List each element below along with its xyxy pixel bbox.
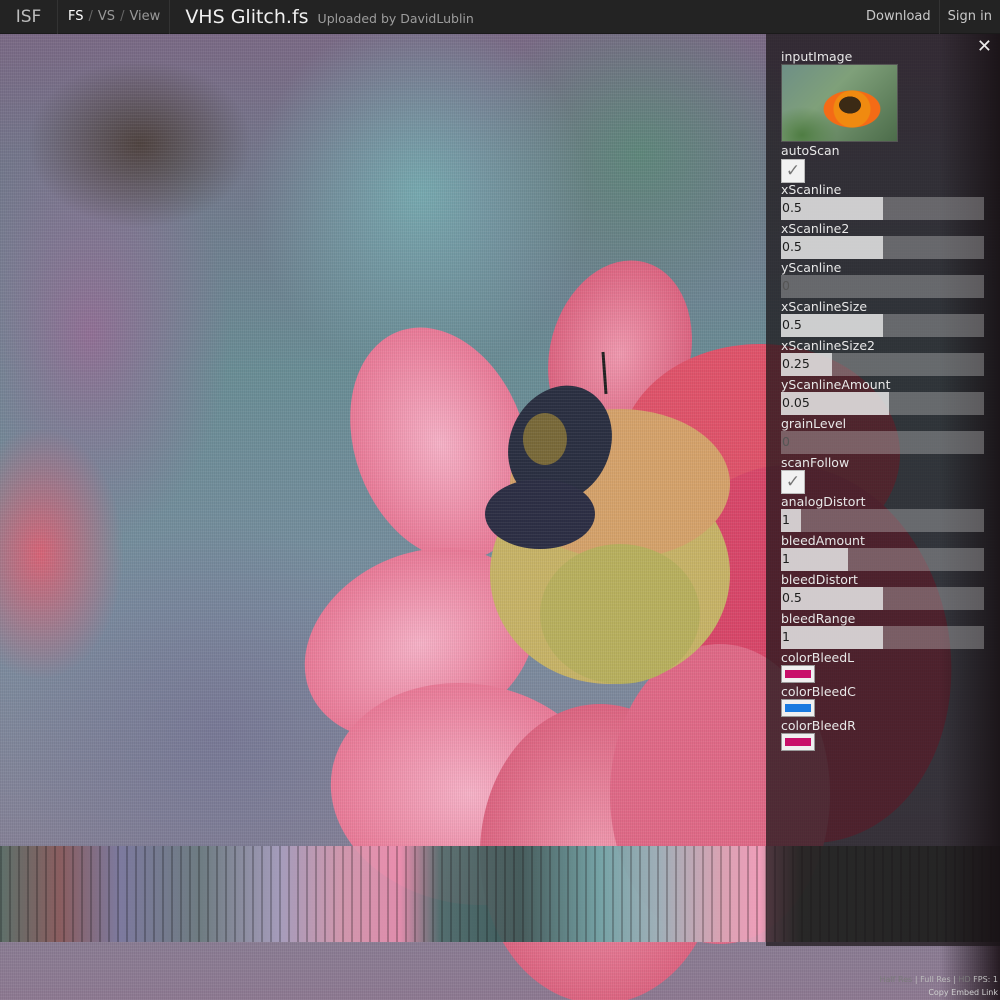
uploader-credit[interactable]: Uploaded by DavidLublin <box>318 11 474 26</box>
control-label: colorBleedR <box>781 718 856 733</box>
control-label: bleedAmount <box>781 533 865 548</box>
slider-fill <box>781 626 883 649</box>
xscanline2-slider[interactable]: 0.5 <box>781 236 984 259</box>
slider-value: 1 <box>782 512 790 527</box>
control-label: xScanline2 <box>781 221 850 236</box>
control-label: colorBleedC <box>781 684 856 699</box>
yscanlineamount-slider[interactable]: 0.05 <box>781 392 984 415</box>
sign-in-button[interactable]: Sign in <box>940 0 1000 34</box>
bleedrange-slider[interactable]: 1 <box>781 626 984 649</box>
bleedamount-slider[interactable]: 1 <box>781 548 984 571</box>
control-label: yScanline <box>781 260 842 275</box>
mode-vs[interactable]: VS <box>98 9 115 24</box>
copy-embed-link[interactable]: Copy Embed Link <box>928 988 998 997</box>
slider-value: 0.5 <box>782 590 802 605</box>
slider-value: 0.25 <box>782 356 810 371</box>
mode-view[interactable]: View <box>129 9 160 24</box>
isf-logo[interactable]: ISF <box>0 0 58 34</box>
res-separator: | <box>914 975 918 984</box>
xscanlinesize-slider[interactable]: 0.5 <box>781 314 984 337</box>
slider-value: 0.5 <box>782 200 802 215</box>
check-icon: ✓ <box>785 471 801 492</box>
grainlevel-slider[interactable]: 0 <box>781 431 984 454</box>
control-label: xScanlineSize2 <box>781 338 875 353</box>
scanfollow-checkbox[interactable]: ✓ <box>781 470 805 494</box>
input-image-thumbnail[interactable] <box>781 64 898 142</box>
top-bar: ISF FS / VS / View VHS Glitch.fs Uploade… <box>0 0 1000 34</box>
control-label: scanFollow <box>781 455 850 470</box>
render-stats: Half Res | Full Res | HD FPS: 1 <box>880 975 998 984</box>
shader-title: VHS Glitch.fs <box>185 5 309 28</box>
colorbleedc-picker[interactable] <box>781 699 815 717</box>
check-icon: ✓ <box>785 160 801 181</box>
xscanlinesize2-slider[interactable]: 0.25 <box>781 353 984 376</box>
yscanline-slider[interactable]: 0 <box>781 275 984 298</box>
colorbleedl-picker[interactable] <box>781 665 815 683</box>
analogdistort-slider[interactable]: 1 <box>781 509 984 532</box>
slider-value: 0 <box>782 278 790 293</box>
slider-fill <box>781 548 848 571</box>
res-separator: | <box>953 975 956 984</box>
slider-value: 0.5 <box>782 317 802 332</box>
control-label: bleedRange <box>781 611 856 626</box>
close-icon[interactable]: ✕ <box>977 38 992 56</box>
color-swatch-fill <box>785 704 811 712</box>
mode-nav: FS / VS / View <box>58 0 171 34</box>
input-image-label: inputImage <box>781 49 853 64</box>
control-label: colorBleedL <box>781 650 855 665</box>
control-label: xScanline <box>781 182 842 197</box>
mode-fs[interactable]: FS <box>68 9 84 24</box>
mode-separator: / <box>120 9 125 24</box>
slider-value: 1 <box>782 629 790 644</box>
xscanline-slider[interactable]: 0.5 <box>781 197 984 220</box>
colorbleedr-picker[interactable] <box>781 733 815 751</box>
color-swatch-fill <box>785 738 811 746</box>
download-button[interactable]: Download <box>858 0 940 34</box>
autoscan-checkbox[interactable]: ✓ <box>781 159 805 183</box>
hd-link[interactable]: HD <box>958 975 970 984</box>
fps-readout: FPS: 1 <box>973 975 998 984</box>
slider-value: 0.05 <box>782 395 810 410</box>
half-res-link[interactable]: Half Res <box>880 975 913 984</box>
slider-value: 0.5 <box>782 239 802 254</box>
control-label: autoScan <box>781 143 840 158</box>
control-label: yScanlineAmount <box>781 377 891 392</box>
controls-panel: ✕ inputImage autoScan ✓ xScanline 0.5 xS… <box>766 34 1000 946</box>
slider-value: 0 <box>782 434 790 449</box>
control-label: grainLevel <box>781 416 847 431</box>
slider-value: 1 <box>782 551 790 566</box>
control-label: bleedDistort <box>781 572 858 587</box>
mode-separator: / <box>88 9 93 24</box>
header-actions: Download Sign in <box>858 0 1000 34</box>
full-res-link[interactable]: Full Res <box>920 975 951 984</box>
color-swatch-fill <box>785 670 811 678</box>
bleeddistort-slider[interactable]: 0.5 <box>781 587 984 610</box>
control-label: xScanlineSize <box>781 299 868 314</box>
control-label: analogDistort <box>781 494 866 509</box>
